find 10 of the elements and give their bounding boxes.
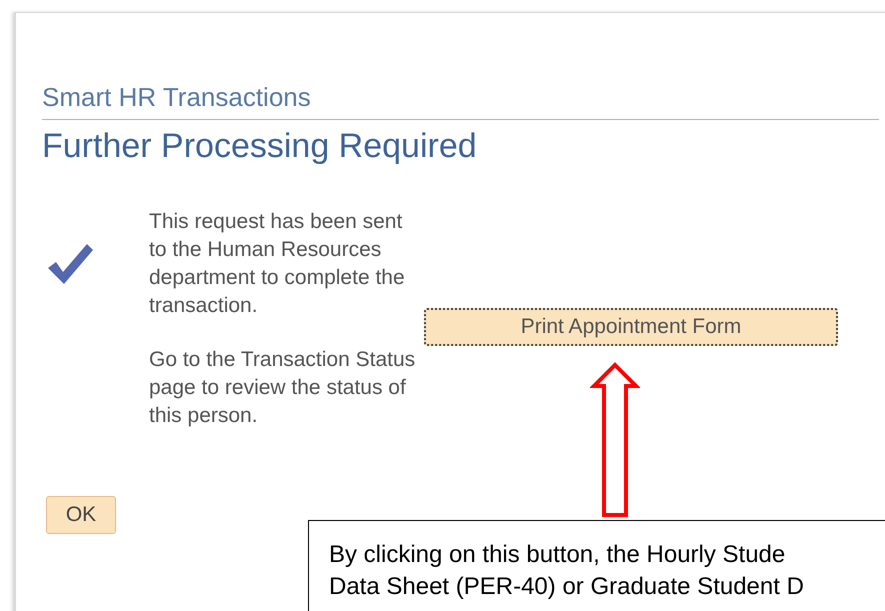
message-text: This request has been sent to the Human Resources department to complete the transaction. — [149, 209, 406, 319]
callout-text: Data Sheet (PER-40) or Graduate Student D — [329, 572, 804, 602]
page-title: Further Processing Required — [42, 126, 478, 167]
arrow-icon — [590, 362, 640, 518]
print-appointment-form-button[interactable]: Print Appointment Form — [424, 308, 838, 346]
message-text: Go to the Transaction Status page to review the status of this person. — [149, 347, 416, 429]
breadcrumb: Smart HR Transactions — [42, 81, 312, 113]
checkmark-icon — [46, 242, 94, 286]
callout-text: By clicking on this button, the Hourly Stude — [329, 540, 786, 570]
ok-button[interactable]: OK — [46, 496, 116, 534]
